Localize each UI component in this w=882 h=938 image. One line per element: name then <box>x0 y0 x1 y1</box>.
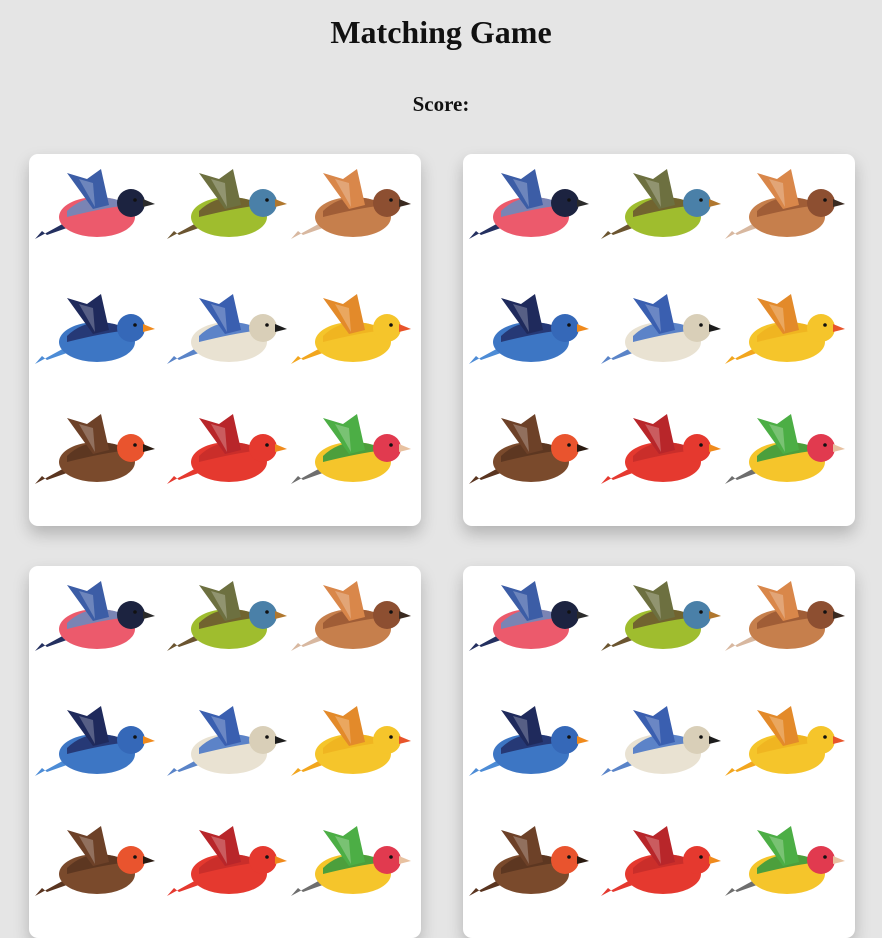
bluebird-icon <box>469 294 589 364</box>
sparrow-icon <box>291 581 411 651</box>
page-title: Matching Game <box>330 14 552 50</box>
bullfinch-icon <box>35 169 155 239</box>
sparrow-icon <box>725 581 845 651</box>
robin-icon <box>35 414 155 484</box>
robin-icon <box>469 414 589 484</box>
green-finch-icon <box>601 581 721 651</box>
yellow-finch-icon <box>725 294 845 364</box>
bluebird-icon <box>35 706 155 776</box>
game-card[interactable] <box>29 566 421 938</box>
bluebird-icon <box>35 294 155 364</box>
cardinal-icon <box>601 826 721 896</box>
score-label: Score: <box>412 92 470 116</box>
gouldian-finch-icon <box>291 826 411 896</box>
robin-icon <box>469 826 589 896</box>
gouldian-finch-icon <box>725 414 845 484</box>
cardinal-icon <box>167 826 287 896</box>
gouldian-finch-icon <box>291 414 411 484</box>
sparrow-icon <box>291 169 411 239</box>
yellow-finch-icon <box>291 294 411 364</box>
blue-jay-icon <box>601 294 721 364</box>
blue-jay-icon <box>601 706 721 776</box>
robin-icon <box>35 826 155 896</box>
bullfinch-icon <box>35 581 155 651</box>
blue-jay-icon <box>167 294 287 364</box>
green-finch-icon <box>601 169 721 239</box>
green-finch-icon <box>167 169 287 239</box>
cardinal-icon <box>601 414 721 484</box>
gouldian-finch-icon <box>725 826 845 896</box>
blue-jay-icon <box>167 706 287 776</box>
bullfinch-icon <box>469 581 589 651</box>
game-card[interactable] <box>463 566 855 938</box>
game-card[interactable] <box>463 154 855 526</box>
bluebird-icon <box>469 706 589 776</box>
cardinal-icon <box>167 414 287 484</box>
game-card[interactable] <box>29 154 421 526</box>
yellow-finch-icon <box>725 706 845 776</box>
yellow-finch-icon <box>291 706 411 776</box>
green-finch-icon <box>167 581 287 651</box>
sparrow-icon <box>725 169 845 239</box>
bullfinch-icon <box>469 169 589 239</box>
